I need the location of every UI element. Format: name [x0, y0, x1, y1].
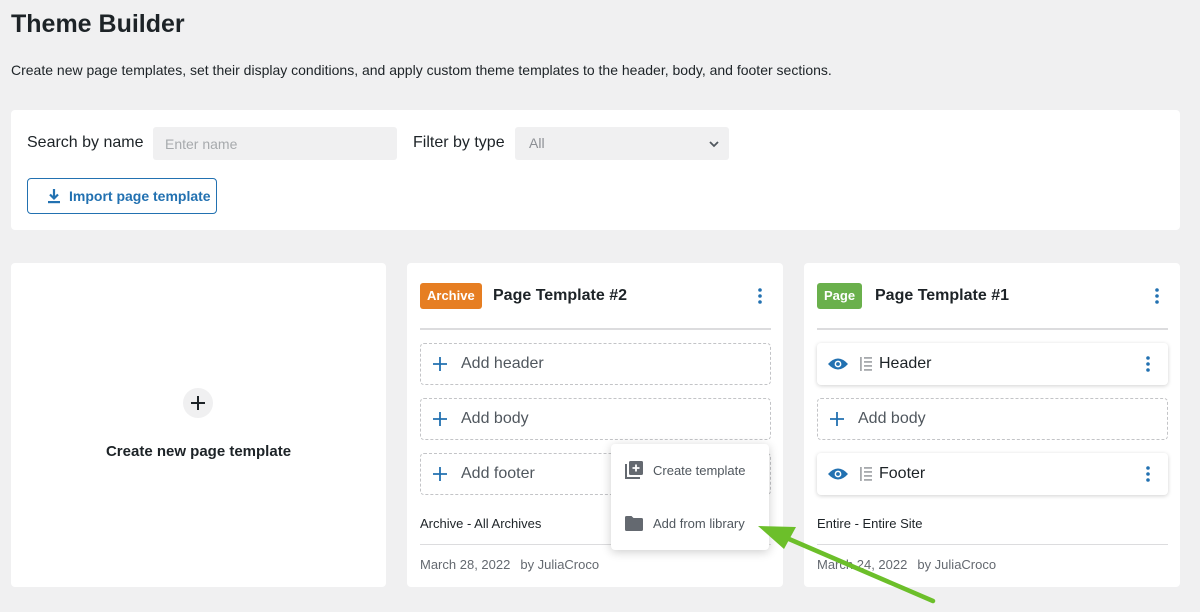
add-from-library-option[interactable]: Add from library	[611, 503, 769, 543]
create-template-label: Create new page template	[105, 443, 292, 460]
elementor-icon	[860, 357, 872, 371]
page-description: Create new page templates, set their dis…	[11, 62, 832, 78]
template-title: Page Template #2	[493, 287, 627, 304]
elementor-icon	[860, 467, 872, 481]
more-options-icon[interactable]	[1140, 354, 1156, 374]
header-part-label: Header	[879, 355, 932, 372]
add-box-icon	[625, 461, 643, 479]
header-part[interactable]: Header	[817, 343, 1168, 385]
template-date: March 24, 2022	[817, 557, 908, 572]
divider	[420, 328, 771, 330]
template-date: March 28, 2022	[420, 557, 511, 572]
add-body-label: Add body	[461, 410, 529, 427]
template-meta: March 24, 2022 by JuliaCroco	[817, 557, 996, 572]
filter-panel: Search by name Filter by type All Import…	[11, 110, 1180, 230]
more-options-icon[interactable]	[752, 286, 768, 306]
plus-icon	[433, 467, 447, 481]
plus-icon	[433, 412, 447, 426]
plus-icon	[433, 357, 447, 371]
folder-icon	[625, 515, 643, 531]
plus-icon	[830, 412, 844, 426]
more-options-icon[interactable]	[1140, 464, 1156, 484]
search-input[interactable]	[153, 127, 397, 160]
add-body-slot[interactable]: Add body	[420, 398, 771, 440]
import-template-label: Import page template	[69, 188, 211, 204]
template-meta: March 28, 2022 by JuliaCroco	[420, 557, 599, 572]
template-title: Page Template #1	[875, 287, 1009, 304]
divider	[817, 328, 1168, 330]
type-filter-value: All	[529, 135, 545, 151]
download-icon	[48, 189, 60, 204]
display-condition: Archive - All Archives	[420, 516, 542, 531]
template-card: Page Page Template #1 Header Add body Fo…	[804, 263, 1180, 587]
chevron-down-icon	[709, 141, 719, 148]
type-filter-label: Filter by type	[413, 134, 505, 151]
import-template-button[interactable]: Import page template	[27, 178, 217, 214]
more-options-icon[interactable]	[1149, 286, 1165, 306]
add-header-label: Add header	[461, 355, 544, 372]
plus-icon	[183, 388, 213, 418]
create-template-card[interactable]: Create new page template	[11, 263, 386, 587]
add-body-slot[interactable]: Add body	[817, 398, 1168, 440]
type-badge: Page	[817, 283, 863, 309]
footer-part[interactable]: Footer	[817, 453, 1168, 495]
type-filter-select[interactable]: All	[515, 127, 729, 160]
search-label: Search by name	[27, 134, 144, 151]
type-badge: Archive	[420, 283, 482, 309]
eye-icon[interactable]	[827, 467, 849, 481]
template-author: by JuliaCroco	[520, 557, 600, 572]
add-header-slot[interactable]: Add header	[420, 343, 771, 385]
divider	[817, 544, 1168, 545]
add-from-library-option-label: Add from library	[653, 515, 745, 531]
create-template-option[interactable]: Create template	[611, 450, 769, 490]
footer-part-label: Footer	[879, 465, 926, 482]
display-condition: Entire - Entire Site	[817, 516, 923, 531]
add-footer-label: Add footer	[461, 465, 535, 482]
eye-icon[interactable]	[827, 357, 849, 371]
add-body-label: Add body	[858, 410, 926, 427]
add-footer-dropdown: Create template Add from library	[611, 444, 769, 550]
create-template-option-label: Create template	[653, 462, 746, 478]
page-title: Theme Builder	[11, 10, 185, 38]
template-author: by JuliaCroco	[917, 557, 997, 572]
